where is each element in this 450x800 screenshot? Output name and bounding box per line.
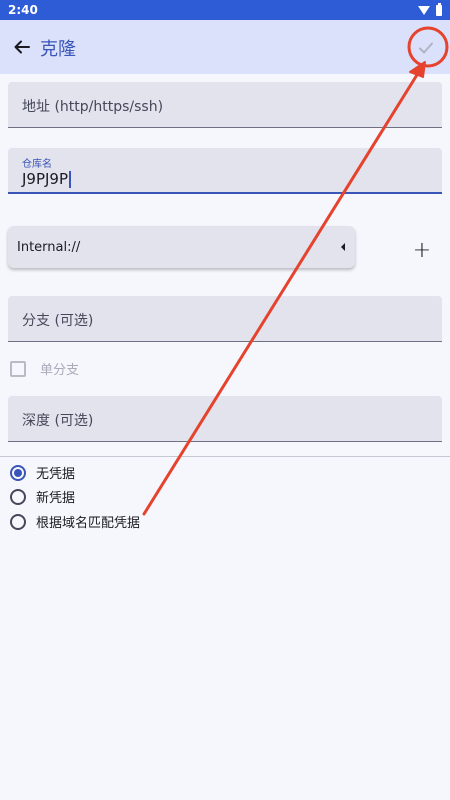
battery-icon [436,2,442,16]
check-icon [419,42,433,54]
repo-name-value: J9PJ9P [22,170,69,188]
divider [0,456,450,457]
arrow-left-icon [14,40,30,54]
repo-name-field[interactable]: 仓库名 J9PJ9P [8,148,442,194]
radio-label: 根据域名匹配凭据 [36,516,141,531]
storage-dropdown-value: Internal:// [17,239,81,255]
annotation-arrow-line [142,68,422,516]
single-branch-label: 单分支 [40,363,80,378]
add-storage-button[interactable]: + [410,238,434,263]
branch-field[interactable]: 分支 (可选) [8,296,442,342]
credential-option-new[interactable]: 新凭据 [10,487,75,506]
radio-label: 无凭据 [36,467,76,482]
back-button[interactable] [8,33,36,61]
confirm-button[interactable] [412,34,440,62]
single-branch-row[interactable]: 单分支 [10,359,79,378]
storage-dropdown[interactable]: Internal:// [8,226,355,268]
radio-button[interactable] [10,464,26,481]
repo-name-value-wrap: J9PJ9P [22,170,72,188]
depth-field-placeholder: 深度 (可选) [22,413,94,429]
page-title: 克隆 [40,39,76,60]
wifi-icon [418,5,430,15]
radio-label: 新凭据 [36,491,76,506]
depth-field[interactable]: 深度 (可选) [8,396,442,442]
url-field-placeholder: 地址 (http/https/ssh) [22,99,164,115]
radio-button[interactable] [10,513,26,530]
status-time: 2:40 [8,3,38,17]
credential-option-none[interactable]: 无凭据 [10,463,75,482]
single-branch-checkbox[interactable] [10,360,26,377]
branch-field-placeholder: 分支 (可选) [22,313,94,329]
credential-option-match-domain[interactable]: 根据域名匹配凭据 [10,512,140,531]
radio-button[interactable] [10,488,26,505]
text-cursor [69,170,72,188]
url-field[interactable]: 地址 (http/https/ssh) [8,82,442,128]
repo-name-label: 仓库名 [22,159,52,170]
caret-left-icon [341,243,345,251]
status-bar: 2:40 [0,0,450,20]
status-icons [418,2,442,16]
radio-dot [14,468,22,477]
app-bar: 克隆 [0,20,450,74]
